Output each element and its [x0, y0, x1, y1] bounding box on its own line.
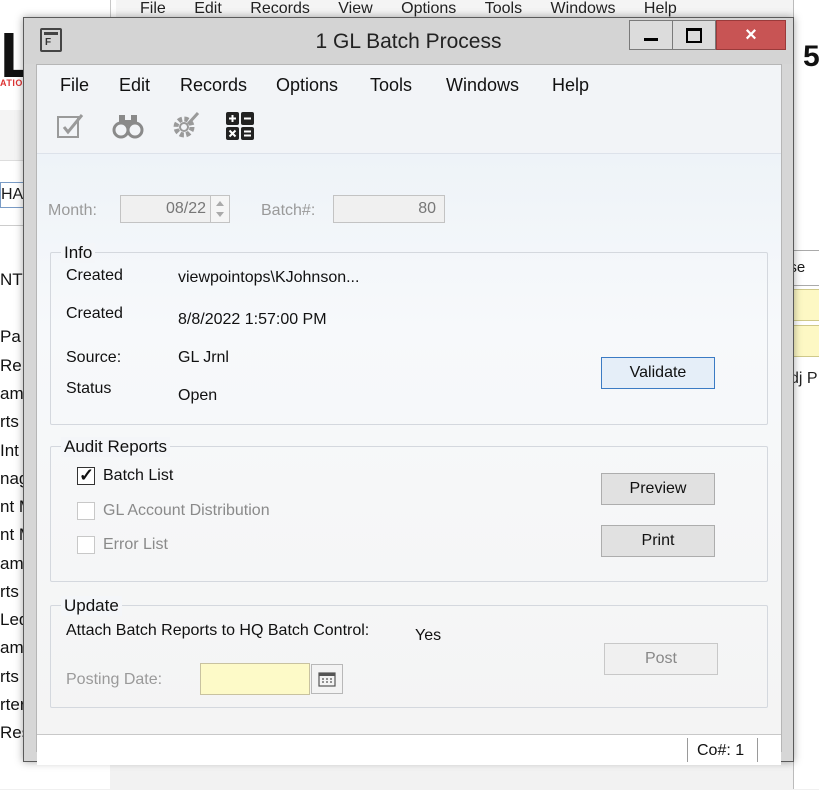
source-label: Source: — [66, 349, 122, 366]
post-button[interactable]: Post — [604, 643, 718, 675]
status-value: Open — [178, 387, 218, 404]
audit-reports-group: Audit Reports ✓ Batch List GL Account Di… — [50, 437, 768, 582]
gl-account-distribution-label[interactable]: GL Account Distribution — [103, 502, 270, 520]
status-label: Status — [66, 380, 112, 397]
batch-list-checkbox[interactable]: ✓ — [77, 465, 95, 485]
calendar-button[interactable] — [311, 664, 343, 694]
calculator-icon[interactable] — [223, 109, 257, 143]
info-group: Info Created viewpointops\KJohnson... Cr… — [50, 243, 768, 425]
batch-input[interactable]: 80 — [333, 195, 445, 223]
info-group-title: Info — [61, 243, 96, 263]
menu-windows[interactable]: Windows — [446, 75, 519, 96]
audit-reports-title: Audit Reports — [61, 437, 170, 457]
background-menu-records[interactable]: Records — [250, 0, 310, 17]
background-nav-item[interactable]: rts — [0, 667, 19, 687]
month-spinner[interactable] — [210, 195, 230, 223]
error-list-checkbox[interactable] — [77, 536, 95, 554]
source-value: GL Jrnl — [178, 349, 229, 366]
created-date-label: Created — [66, 305, 123, 322]
background-menu-edit[interactable]: Edit — [194, 0, 222, 17]
background-menu-windows[interactable]: Windows — [551, 0, 616, 17]
background-nav-item[interactable]: rts — [0, 412, 19, 432]
background-menu-options[interactable]: Options — [401, 0, 456, 17]
attach-reports-label: Attach Batch Reports to HQ Batch Control… — [66, 622, 370, 639]
background-nav-item[interactable]: Pa — [0, 327, 21, 347]
company-number: Co#: 1 — [697, 742, 745, 759]
menu-help[interactable]: Help — [552, 75, 589, 96]
menu-options[interactable]: Options — [276, 75, 338, 96]
maximize-button[interactable] — [672, 20, 716, 50]
background-nav-item[interactable]: am — [0, 554, 24, 574]
gl-batch-process-window: F 1 GL Batch Process × File Edit Records… — [23, 17, 794, 765]
month-label: Month: — [48, 202, 97, 219]
form-body: Month: 08/22 Batch#: 80 Info Created vie… — [37, 154, 781, 734]
close-icon: × — [745, 23, 757, 46]
background-menu-tools[interactable]: Tools — [485, 0, 522, 17]
background-nav-item[interactable]: am — [0, 638, 24, 658]
minimize-icon — [644, 37, 658, 41]
status-bar: Co#: 1 — [37, 734, 781, 765]
background-menu-view[interactable]: View — [338, 0, 372, 17]
update-group: Update Attach Batch Reports to HQ Batch … — [50, 596, 768, 708]
background-right-heading: 5 — [803, 40, 819, 73]
posting-date-label: Posting Date: — [66, 671, 163, 688]
title-bar[interactable]: F 1 GL Batch Process × — [24, 18, 793, 64]
validate-button[interactable]: Validate — [601, 357, 715, 389]
calendar-icon — [318, 672, 336, 687]
background-nav-item[interactable]: rts — [0, 582, 19, 602]
created-by-label: Created — [66, 267, 123, 284]
background-nav-item[interactable]: am — [0, 384, 24, 404]
month-input[interactable]: 08/22 — [120, 195, 215, 223]
menu-records[interactable]: Records — [180, 75, 247, 96]
menu-bar: File Edit Records Options Tools Windows … — [37, 65, 781, 103]
menu-file[interactable]: File — [60, 75, 89, 96]
print-button[interactable]: Print — [601, 525, 715, 557]
background-nav-item[interactable]: Int — [0, 441, 19, 461]
gear-icon[interactable] — [168, 109, 202, 143]
menu-edit[interactable]: Edit — [119, 75, 150, 96]
checkmark-icon: ✓ — [79, 465, 95, 485]
minimize-button[interactable] — [629, 20, 673, 50]
window-client-area: File Edit Records Options Tools Windows … — [36, 64, 782, 765]
preview-button[interactable]: Preview — [601, 473, 715, 505]
posting-date-input[interactable] — [200, 663, 310, 695]
toolbar — [37, 103, 781, 154]
created-by-value: viewpointops\KJohnson... — [178, 269, 360, 286]
binoculars-icon[interactable] — [111, 109, 145, 143]
update-group-title: Update — [61, 596, 122, 616]
attach-reports-value: Yes — [415, 627, 442, 644]
created-date-value: 8/8/2022 1:57:00 PM — [178, 311, 327, 328]
background-nav-item[interactable]: NT — [0, 270, 23, 290]
maximize-icon — [686, 27, 702, 43]
menu-tools[interactable]: Tools — [370, 75, 412, 96]
background-menu-help[interactable]: Help — [644, 0, 677, 17]
gl-account-distribution-checkbox[interactable] — [77, 502, 95, 520]
batch-list-label[interactable]: Batch List — [103, 467, 173, 485]
background-menubar: File Edit Records View Options Tools Win… — [116, 0, 819, 18]
background-menu-file[interactable]: File — [140, 0, 166, 17]
close-button[interactable]: × — [716, 20, 786, 50]
error-list-label[interactable]: Error List — [103, 536, 168, 554]
background-right-panel — [793, 0, 819, 789]
batch-label: Batch#: — [261, 202, 316, 219]
edit-icon[interactable] — [53, 109, 87, 143]
background-nav-item[interactable]: Re — [0, 356, 22, 376]
background-nav-item[interactable]: rter — [0, 695, 26, 715]
background-right-label: dj P — [790, 370, 818, 387]
